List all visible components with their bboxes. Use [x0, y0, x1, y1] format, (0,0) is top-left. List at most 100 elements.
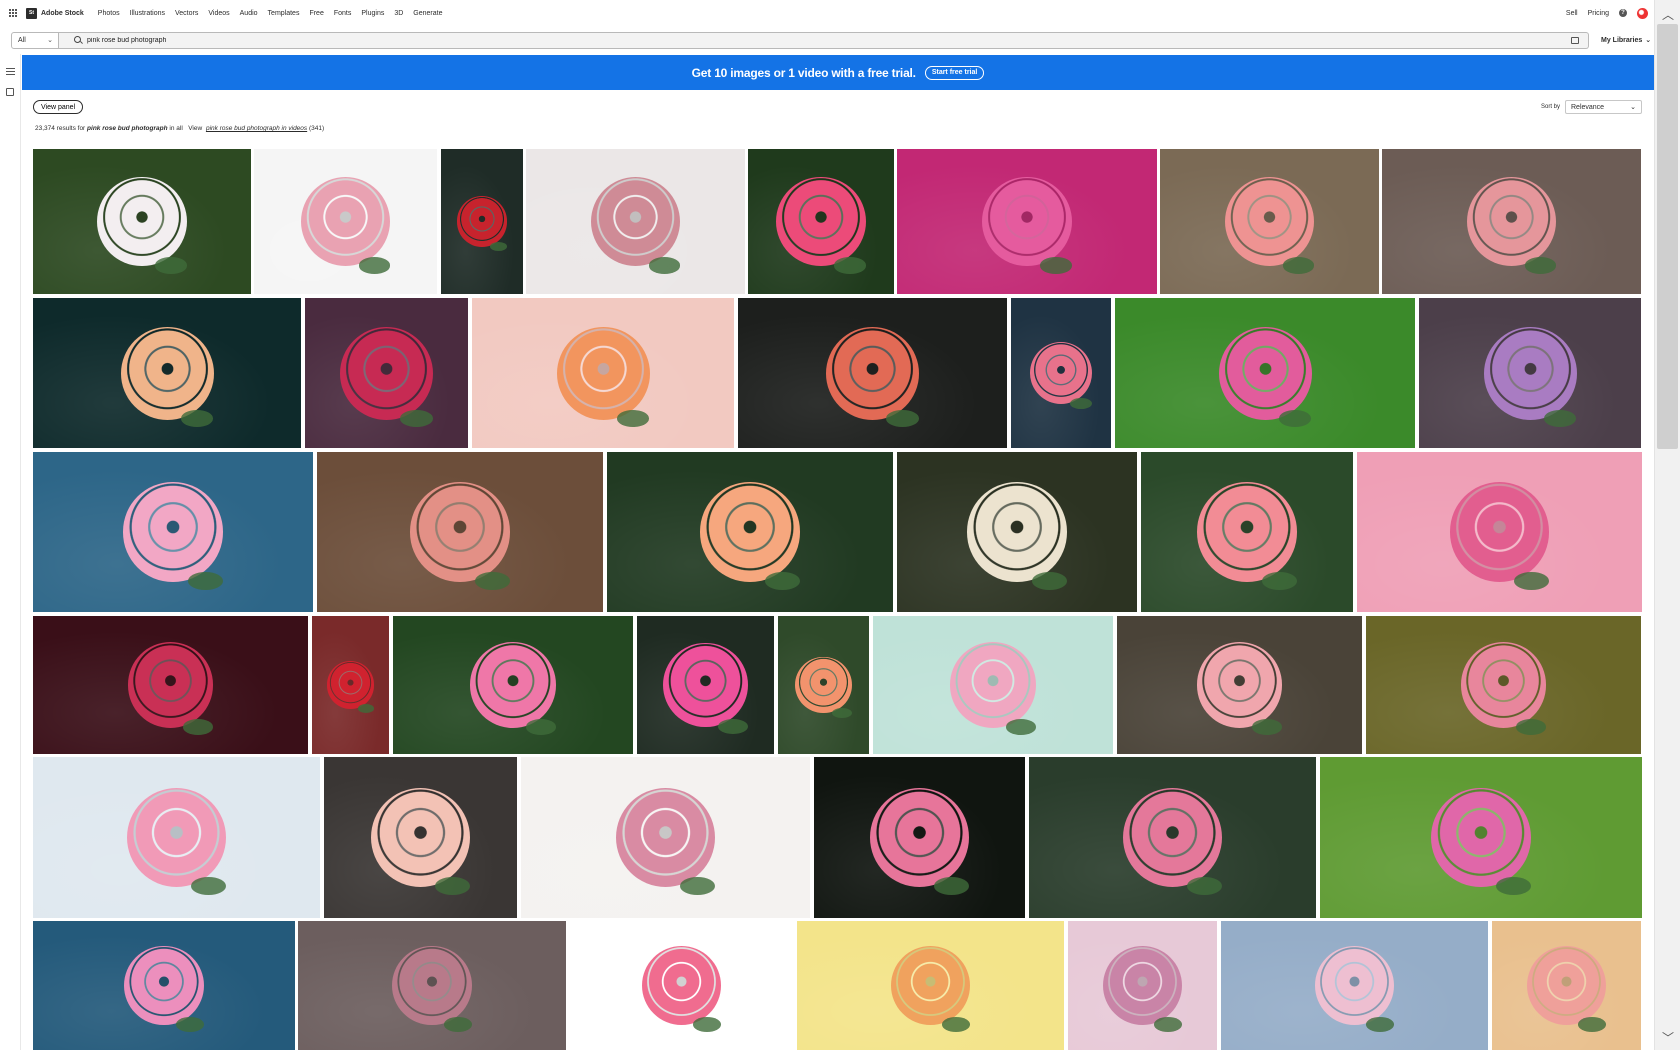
image-tile[interactable]	[570, 921, 793, 1050]
image-tile[interactable]	[298, 921, 566, 1050]
chevron-down-icon: ⌄	[47, 36, 53, 44]
image-tile[interactable]	[1117, 616, 1362, 754]
video-results-link[interactable]: pink rose bud photograph in videos	[206, 125, 307, 132]
image-tile[interactable]	[33, 757, 320, 918]
image-tile[interactable]	[1382, 149, 1641, 294]
image-tile[interactable]	[814, 757, 1025, 918]
image-tile[interactable]	[1320, 757, 1642, 918]
apps-grid-icon[interactable]	[9, 9, 17, 17]
rose-image	[795, 656, 852, 714]
image-tile[interactable]	[1115, 298, 1415, 448]
search-scope-select[interactable]: All ⌄	[11, 31, 59, 49]
view-panel-button[interactable]: View panel	[33, 100, 84, 114]
image-tile[interactable]	[738, 298, 1007, 448]
rose-image	[120, 326, 214, 420]
nav-videos[interactable]: Videos	[208, 10, 229, 17]
image-tile[interactable]	[33, 149, 251, 294]
nav-plugins[interactable]: Plugins	[361, 10, 384, 17]
nav-audio[interactable]: Audio	[240, 10, 258, 17]
left-rail	[0, 54, 21, 1050]
image-tile[interactable]	[33, 452, 313, 612]
image-tile[interactable]	[254, 149, 437, 294]
image-tile[interactable]	[1357, 452, 1642, 612]
results-summary: 23,374 results for pink rose bud photogr…	[35, 125, 324, 132]
my-libraries-button[interactable]: My Libraries ⌄	[1601, 36, 1652, 45]
avatar[interactable]	[1637, 7, 1648, 19]
image-tile[interactable]	[393, 616, 633, 754]
visual-search-icon[interactable]	[1571, 36, 1579, 44]
banner-text: Get 10 images or 1 video with a free tri…	[691, 65, 916, 80]
nav-generate[interactable]: Generate	[413, 10, 442, 17]
free-trial-banner: Get 10 images or 1 video with a free tri…	[22, 55, 1654, 90]
image-tile[interactable]	[1011, 298, 1111, 448]
video-results-count: (341)	[308, 125, 325, 132]
scrollbar[interactable]: ︿ ﹀	[1654, 0, 1680, 1050]
rose-image	[124, 945, 204, 1026]
leaf-shape	[525, 719, 556, 735]
rose-image	[1224, 176, 1315, 267]
image-tile[interactable]	[607, 452, 893, 612]
rose-image	[556, 326, 650, 420]
leaf-shape	[1261, 571, 1297, 590]
image-tile[interactable]	[305, 298, 468, 448]
image-tile[interactable]	[1068, 921, 1217, 1050]
library-icon[interactable]	[6, 88, 14, 96]
nav-templates[interactable]: Templates	[268, 10, 300, 17]
image-tile[interactable]	[33, 921, 295, 1050]
image-tile[interactable]	[526, 149, 745, 294]
image-tile[interactable]	[897, 452, 1137, 612]
image-tile[interactable]	[1029, 757, 1316, 918]
leaf-shape	[1040, 257, 1072, 274]
nav-vectors[interactable]: Vectors	[175, 10, 198, 17]
rose-image	[890, 945, 971, 1026]
rose-image	[97, 176, 187, 267]
chevron-down-icon: ⌄	[1645, 37, 1652, 44]
nav-fonts[interactable]: Fonts	[334, 10, 352, 17]
scrollbar-thumb[interactable]	[1657, 24, 1678, 449]
sell-link[interactable]: Sell	[1566, 10, 1578, 17]
start-free-trial-button[interactable]: Start free trial	[924, 65, 985, 80]
image-tile[interactable]	[778, 616, 869, 754]
image-tile[interactable]	[317, 452, 603, 612]
leaf-shape	[474, 571, 510, 590]
image-tile[interactable]	[441, 149, 523, 294]
leaf-shape	[1070, 397, 1092, 409]
image-tile[interactable]	[1141, 452, 1353, 612]
image-tile[interactable]	[521, 757, 810, 918]
adobe-stock-logo[interactable]: St Adobe Stock	[26, 7, 84, 19]
image-tile[interactable]	[324, 757, 517, 918]
image-tile[interactable]	[1160, 149, 1379, 294]
scroll-down-icon[interactable]: ﹀	[1662, 1029, 1674, 1046]
logo-mark: St	[26, 7, 37, 19]
image-tile[interactable]	[1492, 921, 1641, 1050]
search-input[interactable]	[87, 36, 1487, 44]
help-icon[interactable]: ?	[1619, 9, 1627, 17]
image-tile[interactable]	[897, 149, 1157, 294]
my-libraries-label: My Libraries	[1601, 36, 1643, 44]
image-tile[interactable]	[1221, 921, 1488, 1050]
leaf-shape	[764, 571, 800, 590]
image-tile[interactable]	[1419, 298, 1641, 448]
filter-icon[interactable]	[6, 68, 15, 76]
nav-photos[interactable]: Photos	[98, 10, 120, 17]
scroll-up-icon[interactable]: ︿	[1662, 6, 1674, 23]
leaf-shape	[443, 1017, 472, 1032]
nav-free[interactable]: Free	[309, 10, 323, 17]
image-tile[interactable]	[637, 616, 774, 754]
image-tile[interactable]	[748, 149, 894, 294]
image-tile[interactable]	[797, 921, 1064, 1050]
search-icon[interactable]	[74, 35, 83, 45]
image-tile[interactable]	[33, 298, 301, 448]
image-tile[interactable]	[472, 298, 734, 448]
image-tile[interactable]	[1366, 616, 1641, 754]
nav-3d[interactable]: 3D	[394, 10, 403, 17]
rose-image	[1122, 787, 1223, 888]
sort-select[interactable]: Relevance ⌄	[1565, 100, 1642, 114]
leaf-shape	[693, 1017, 722, 1032]
image-tile[interactable]	[873, 616, 1113, 754]
image-tile[interactable]	[312, 616, 389, 754]
image-tile[interactable]	[33, 616, 308, 754]
pricing-link[interactable]: Pricing	[1588, 10, 1609, 17]
leaf-shape	[191, 877, 227, 896]
nav-illustrations[interactable]: Illustrations	[130, 10, 165, 17]
